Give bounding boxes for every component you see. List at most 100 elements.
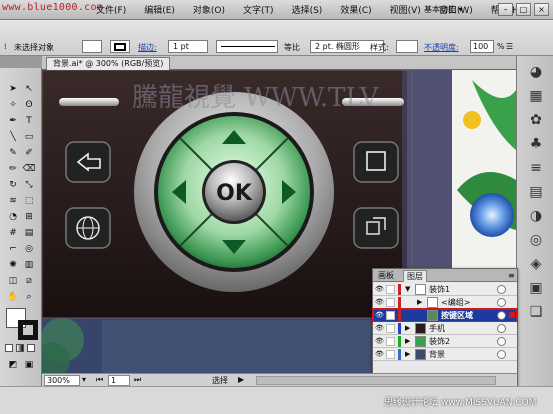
graphic-styles-panel-icon[interactable]: ◈ bbox=[526, 254, 546, 274]
lock-toggle[interactable] bbox=[386, 311, 395, 320]
document-tab[interactable]: 背景.ai* @ 300% (RGB/预览) bbox=[46, 57, 171, 70]
rectangle-tool-icon[interactable]: ▭ bbox=[22, 130, 36, 144]
perspective-tool-icon[interactable]: ⊞ bbox=[22, 210, 36, 224]
blend-tool-icon[interactable]: ◎ bbox=[22, 242, 36, 256]
artboards-panel-icon[interactable]: ▣ bbox=[526, 278, 546, 298]
status-mode[interactable]: 选择 bbox=[212, 375, 228, 386]
gradient-mode-icon[interactable] bbox=[16, 344, 24, 352]
expand-triangle-icon[interactable]: ▼ bbox=[405, 285, 410, 294]
visibility-eye-icon[interactable]: 👁 bbox=[375, 337, 384, 346]
type-tool-icon[interactable]: T bbox=[22, 114, 36, 128]
eraser-tool-icon[interactable]: ⌫ bbox=[22, 162, 36, 176]
visibility-eye-icon[interactable]: 👁 bbox=[375, 324, 384, 333]
color-mode-icon[interactable] bbox=[5, 344, 13, 352]
shape-builder-tool-icon[interactable]: ◔ bbox=[6, 210, 20, 224]
first-page-icon[interactable]: ⏮ bbox=[96, 375, 103, 385]
lock-toggle[interactable] bbox=[386, 350, 395, 359]
stroke-profile-select[interactable] bbox=[216, 40, 278, 53]
screen-mode-icon[interactable]: ▣ bbox=[22, 358, 36, 372]
column-graph-tool-icon[interactable]: ▥ bbox=[22, 258, 36, 272]
menu-file[interactable]: 文件(F) bbox=[96, 3, 126, 16]
stroke-color-swatch[interactable] bbox=[18, 320, 38, 340]
eyedropper-tool-icon[interactable]: ⌐ bbox=[6, 242, 20, 256]
opacity-field[interactable]: 100 bbox=[470, 40, 494, 53]
artboard-tool-icon[interactable]: ◫ bbox=[6, 274, 20, 288]
layers-panel-icon[interactable]: ❏ bbox=[526, 302, 546, 322]
menu-object[interactable]: 对象(O) bbox=[193, 3, 225, 16]
color-panel-icon[interactable]: ◕ bbox=[526, 62, 546, 82]
target-circle-icon[interactable] bbox=[497, 298, 506, 307]
symbols-panel-icon[interactable]: ♣ bbox=[526, 134, 546, 154]
stroke-link[interactable]: 描边: bbox=[138, 42, 157, 53]
layer-row[interactable]: 👁 ▶ 手机 bbox=[373, 322, 517, 335]
stroke-weight-field[interactable]: 1 pt bbox=[168, 40, 208, 53]
appearance-panel-icon[interactable]: ◎ bbox=[526, 230, 546, 250]
layer-row[interactable]: 👁 ▶ <编组> bbox=[373, 296, 517, 309]
lasso-tool-icon[interactable]: ʘ bbox=[22, 98, 36, 112]
warp-tool-icon[interactable]: ≋ bbox=[6, 194, 20, 208]
menu-select[interactable]: 选择(S) bbox=[292, 3, 323, 16]
zoom-tool-icon[interactable]: ⌕ bbox=[22, 290, 36, 304]
gradient-tool-icon[interactable]: ▤ bbox=[22, 226, 36, 240]
visibility-eye-icon[interactable]: 👁 bbox=[375, 285, 384, 294]
layer-row[interactable]: 👁 ▶ 背景 bbox=[373, 348, 517, 361]
close-button[interactable]: × bbox=[534, 3, 549, 16]
selection-tool-icon[interactable]: ➤ bbox=[6, 82, 20, 96]
zoom-dropdown-icon[interactable]: ▾ bbox=[82, 375, 86, 384]
menu-view[interactable]: 视图(V) bbox=[390, 3, 421, 16]
expand-triangle-icon[interactable]: ▶ bbox=[405, 350, 410, 359]
target-circle-icon[interactable] bbox=[497, 324, 506, 333]
brushes-panel-icon[interactable]: ✿ bbox=[526, 110, 546, 130]
horizontal-scrollbar[interactable] bbox=[256, 376, 496, 385]
expand-triangle-icon[interactable]: ▶ bbox=[405, 337, 410, 346]
layer-row[interactable]: 👁 ▼ 装饰1 bbox=[373, 283, 517, 296]
gradient-panel-icon[interactable]: ▤ bbox=[526, 182, 546, 202]
blob-brush-tool-icon[interactable]: ✏ bbox=[6, 162, 20, 176]
pen-tool-icon[interactable]: ✒ bbox=[6, 114, 20, 128]
draw-mode-icon[interactable]: ◩ bbox=[6, 358, 20, 372]
target-circle-icon[interactable] bbox=[497, 285, 506, 294]
page-field[interactable]: 1 bbox=[108, 375, 130, 386]
style-swatch[interactable] bbox=[396, 40, 418, 53]
minimize-button[interactable]: – bbox=[498, 3, 513, 16]
direct-selection-tool-icon[interactable]: ↖ bbox=[22, 82, 36, 96]
layer-row-selected[interactable]: 👁 按键区域 bbox=[372, 308, 518, 323]
none-mode-icon[interactable] bbox=[27, 344, 35, 352]
opacity-link[interactable]: 不透明度: bbox=[424, 42, 459, 53]
fill-swatch[interactable] bbox=[82, 40, 102, 53]
line-tool-icon[interactable]: ╲ bbox=[6, 130, 20, 144]
visibility-eye-icon[interactable]: 👁 bbox=[375, 311, 384, 320]
rotate-tool-icon[interactable]: ↻ bbox=[6, 178, 20, 192]
transparency-panel-icon[interactable]: ◑ bbox=[526, 206, 546, 226]
layer-row[interactable]: 👁 ▶ 装饰2 bbox=[373, 335, 517, 348]
next-page-icon[interactable]: ⏭ bbox=[134, 375, 141, 385]
target-circle-icon[interactable] bbox=[497, 350, 506, 359]
panel-menu-icon[interactable]: ≡ bbox=[505, 270, 518, 282]
menu-type[interactable]: 文字(T) bbox=[243, 3, 274, 16]
symbol-sprayer-tool-icon[interactable]: ✺ bbox=[6, 258, 20, 272]
lock-toggle[interactable] bbox=[386, 285, 395, 294]
stroke-panel-icon[interactable]: ≡ bbox=[526, 158, 546, 178]
workspace-switcher[interactable]: 基本功能 ▾ bbox=[424, 4, 463, 15]
status-arrow-icon[interactable]: ▶ bbox=[238, 375, 244, 384]
pencil-tool-icon[interactable]: ✐ bbox=[22, 146, 36, 160]
tab-layers[interactable]: 图层 bbox=[403, 270, 427, 282]
mesh-tool-icon[interactable]: # bbox=[6, 226, 20, 240]
menu-effect[interactable]: 效果(C) bbox=[340, 3, 371, 16]
target-circle-icon[interactable] bbox=[497, 311, 506, 320]
expand-triangle-icon[interactable]: ▶ bbox=[417, 298, 422, 307]
maximize-button[interactable]: □ bbox=[516, 3, 531, 16]
visibility-eye-icon[interactable]: 👁 bbox=[375, 350, 384, 359]
target-circle-icon[interactable] bbox=[497, 337, 506, 346]
lock-toggle[interactable] bbox=[386, 337, 395, 346]
free-transform-tool-icon[interactable]: ⬚ bbox=[22, 194, 36, 208]
lock-toggle[interactable] bbox=[386, 324, 395, 333]
visibility-eye-icon[interactable]: 👁 bbox=[375, 298, 384, 307]
menu-edit[interactable]: 编辑(E) bbox=[144, 3, 175, 16]
paintbrush-tool-icon[interactable]: ✎ bbox=[6, 146, 20, 160]
scale-tool-icon[interactable]: ⤡ bbox=[22, 178, 36, 192]
panel-menu-icon[interactable]: ☰ bbox=[506, 42, 513, 51]
magic-wand-tool-icon[interactable]: ✧ bbox=[6, 98, 20, 112]
zoom-field[interactable]: 300% bbox=[44, 375, 80, 386]
stroke-swatch[interactable] bbox=[110, 40, 130, 53]
